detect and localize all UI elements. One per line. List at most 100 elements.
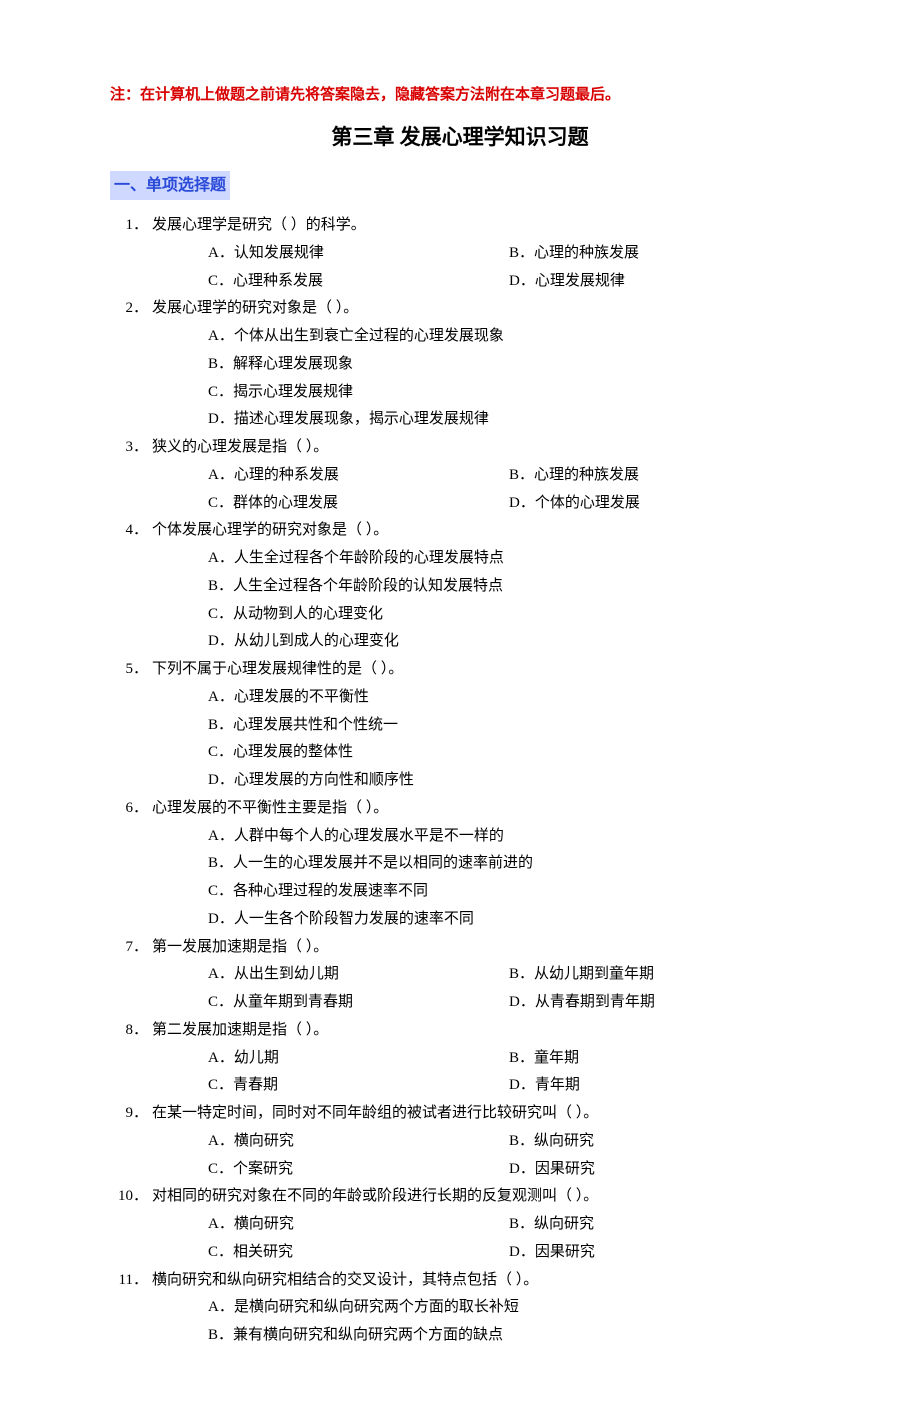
option-value: 心理的种系发展 <box>234 467 339 483</box>
option: D．从青春期到青年期 <box>509 989 810 1017</box>
option-value: 个体的心理发展 <box>535 495 640 511</box>
option: D．心理发展的方向性和顺序性 <box>208 767 810 795</box>
option-key: D． <box>509 1244 535 1260</box>
question-text: 发展心理学是研究（ ）的科学。 <box>152 212 810 240</box>
question-number: 11． <box>110 1267 152 1295</box>
option: B．童年期 <box>509 1045 810 1073</box>
option-value: 因果研究 <box>535 1244 595 1260</box>
question-item: 2．发展心理学的研究对象是（ ）。A．个体从出生到衰亡全过程的心理发展现象B．解… <box>110 295 810 434</box>
option-key: A． <box>208 328 234 344</box>
options-group: A．是横向研究和纵向研究两个方面的取长补短B．兼有横向研究和纵向研究两个方面的缺… <box>110 1294 810 1350</box>
option-value: 相关研究 <box>233 1244 293 1260</box>
option-key: B． <box>509 1050 534 1066</box>
option: B．兼有横向研究和纵向研究两个方面的缺点 <box>208 1322 810 1350</box>
option: C．个案研究 <box>208 1156 509 1184</box>
option-value: 群体的心理发展 <box>233 495 338 511</box>
option: B．人一生的心理发展并不是以相同的速率前进的 <box>208 850 810 878</box>
question-item: 3．狭义的心理发展是指（ ）。A．心理的种系发展B．心理的种族发展C．群体的心理… <box>110 434 810 517</box>
option: C．相关研究 <box>208 1239 509 1267</box>
option-key: D． <box>208 772 234 788</box>
question-text: 狭义的心理发展是指（ ）。 <box>152 434 810 462</box>
option-value: 各种心理过程的发展速率不同 <box>233 883 428 899</box>
option-value: 兼有横向研究和纵向研究两个方面的缺点 <box>233 1327 503 1343</box>
question-text: 发展心理学的研究对象是（ ）。 <box>152 295 810 323</box>
option-key: A． <box>208 689 234 705</box>
option: A．是横向研究和纵向研究两个方面的取长补短 <box>208 1294 810 1322</box>
option-value: 人生全过程各个年龄阶段的认知发展特点 <box>233 578 503 594</box>
option-value: 认知发展规律 <box>234 245 324 261</box>
option-key: C． <box>208 1077 233 1093</box>
option: D．因果研究 <box>509 1156 810 1184</box>
option-value: 解释心理发展现象 <box>233 356 353 372</box>
option-key: C． <box>208 994 233 1010</box>
option-key: C． <box>208 1244 233 1260</box>
option-value: 童年期 <box>534 1050 579 1066</box>
option: B．心理的种族发展 <box>509 240 810 268</box>
option: B．人生全过程各个年龄阶段的认知发展特点 <box>208 573 810 601</box>
option-value: 心理发展的方向性和顺序性 <box>234 772 414 788</box>
option-key: C． <box>208 273 233 289</box>
option-value: 心理发展的整体性 <box>233 744 353 760</box>
option: B．心理发展共性和个性统一 <box>208 712 810 740</box>
question-number: 9． <box>110 1100 152 1128</box>
options-group: A．横向研究B．纵向研究C．相关研究D．因果研究 <box>110 1211 810 1267</box>
options-group: A．人生全过程各个年龄阶段的心理发展特点B．人生全过程各个年龄阶段的认知发展特点… <box>110 545 810 656</box>
option-value: 青春期 <box>233 1077 278 1093</box>
option: A．心理发展的不平衡性 <box>208 684 810 712</box>
option: D．描述心理发展现象，揭示心理发展规律 <box>208 406 810 434</box>
section-heading-single-choice: 一、单项选择题 <box>110 171 230 201</box>
option-value: 心理种系发展 <box>233 273 323 289</box>
option-key: C． <box>208 1161 233 1177</box>
question-text: 个体发展心理学的研究对象是（ ）。 <box>152 517 810 545</box>
question-item: 8．第二发展加速期是指（ ）。A．幼儿期B．童年期C．青春期D．青年期 <box>110 1017 810 1100</box>
hide-answer-note: 注：在计算机上做题之前请先将答案隐去，隐藏答案方法附在本章习题最后。 <box>110 82 810 110</box>
option: D．青年期 <box>509 1072 810 1100</box>
option: B．纵向研究 <box>509 1211 810 1239</box>
option-value: 个体从出生到衰亡全过程的心理发展现象 <box>234 328 504 344</box>
option-value: 心理发展共性和个性统一 <box>233 717 398 733</box>
option: B．解释心理发展现象 <box>208 351 810 379</box>
option-value: 从出生到幼儿期 <box>234 966 339 982</box>
questions-list: 1．发展心理学是研究（ ）的科学。A．认知发展规律B．心理的种族发展C．心理种系… <box>110 212 810 1350</box>
question-item: 7．第一发展加速期是指（ ）。A．从出生到幼儿期B．从幼儿期到童年期C．从童年期… <box>110 934 810 1017</box>
option-key: A． <box>208 245 234 261</box>
option: C．从动物到人的心理变化 <box>208 601 810 629</box>
option-key: A． <box>208 1050 234 1066</box>
option-key: C． <box>208 495 233 511</box>
option: C．从童年期到青春期 <box>208 989 509 1017</box>
option-value: 从青春期到青年期 <box>535 994 655 1010</box>
options-group: A．从出生到幼儿期B．从幼儿期到童年期C．从童年期到青春期D．从青春期到青年期 <box>110 961 810 1017</box>
question-number: 10． <box>110 1183 152 1211</box>
option: C．心理发展的整体性 <box>208 739 810 767</box>
option-value: 青年期 <box>535 1077 580 1093</box>
option: D．个体的心理发展 <box>509 490 810 518</box>
option-value: 个案研究 <box>233 1161 293 1177</box>
option-key: B． <box>208 717 233 733</box>
option-key: D． <box>509 1161 535 1177</box>
question-text: 第一发展加速期是指（ ）。 <box>152 934 810 962</box>
option-key: B． <box>509 966 534 982</box>
option: C．各种心理过程的发展速率不同 <box>208 878 810 906</box>
option-value: 因果研究 <box>535 1161 595 1177</box>
question-item: 9．在某一特定时间，同时对不同年龄组的被试者进行比较研究叫（ ）。A．横向研究B… <box>110 1100 810 1183</box>
chapter-title: 第三章 发展心理学知识习题 <box>110 118 810 157</box>
option-value: 纵向研究 <box>534 1133 594 1149</box>
options-group: A．幼儿期B．童年期C．青春期D．青年期 <box>110 1045 810 1101</box>
option-key: B． <box>208 1327 233 1343</box>
option: D．心理发展规律 <box>509 268 810 296</box>
option: A．人群中每个人的心理发展水平是不一样的 <box>208 823 810 851</box>
option: C．揭示心理发展规律 <box>208 379 810 407</box>
option-value: 人一生各个阶段智力发展的速率不同 <box>234 911 474 927</box>
option-value: 描述心理发展现象，揭示心理发展规律 <box>234 411 489 427</box>
option-key: D． <box>509 273 535 289</box>
option-key: C． <box>208 744 233 760</box>
options-group: A．心理发展的不平衡性B．心理发展共性和个性统一C．心理发展的整体性D．心理发展… <box>110 684 810 795</box>
question-text: 心理发展的不平衡性主要是指（ ）。 <box>152 795 810 823</box>
option-key: D． <box>208 633 234 649</box>
question-text: 横向研究和纵向研究相结合的交叉设计，其特点包括（ ）。 <box>152 1267 810 1295</box>
option-key: D． <box>208 411 234 427</box>
option: B．从幼儿期到童年期 <box>509 961 810 989</box>
option: A．认知发展规律 <box>208 240 509 268</box>
option: C．心理种系发展 <box>208 268 509 296</box>
option-key: B． <box>509 1216 534 1232</box>
